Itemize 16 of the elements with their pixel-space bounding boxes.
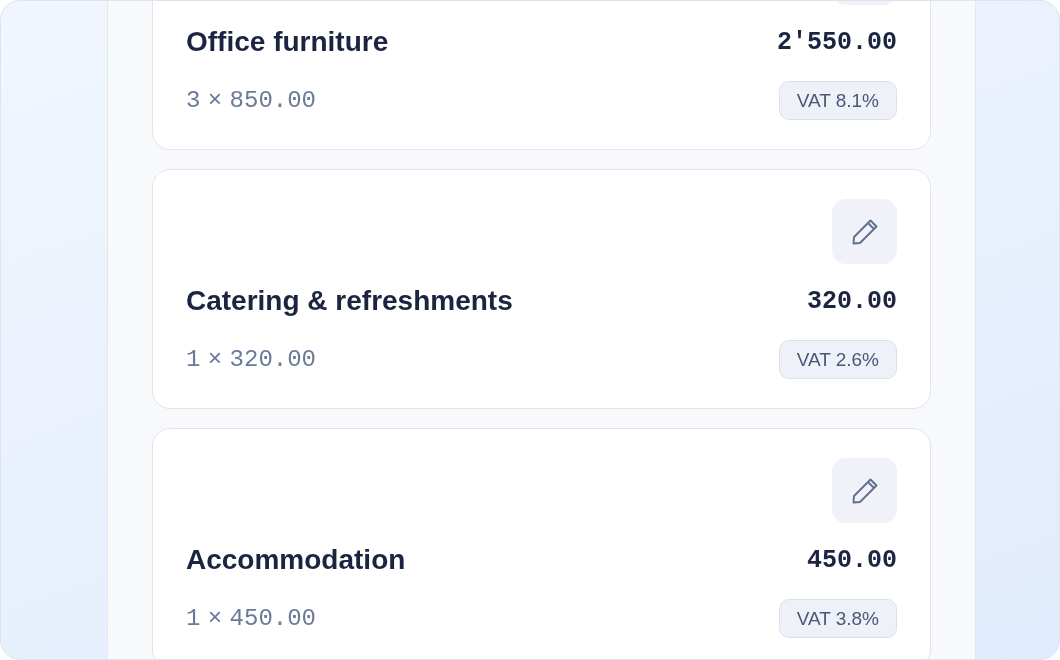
item-title: Office furniture: [186, 26, 389, 58]
vat-rate-tag: VAT 2.6%: [778, 340, 897, 379]
edit-button[interactable]: [832, 458, 897, 523]
vat-rate-tag: VAT 8.1%: [778, 81, 897, 120]
item-amount: 2'550.00: [776, 27, 897, 57]
item-amount: 320.00: [807, 286, 897, 316]
item-amount: 450.00: [807, 545, 897, 575]
item-title: Accommodation: [186, 544, 406, 576]
quantity-price: 1 × 320.00: [186, 346, 317, 373]
pencil-icon: [850, 217, 879, 246]
vat-rate-tag: VAT 3.8%: [778, 599, 897, 638]
quantity-price: 1 × 450.00: [186, 605, 317, 632]
item-title: Catering & refreshments: [186, 285, 513, 317]
pencil-icon: [850, 476, 879, 505]
quantity-price: 3 × 850.00: [186, 87, 317, 114]
edit-button[interactable]: [832, 199, 897, 264]
